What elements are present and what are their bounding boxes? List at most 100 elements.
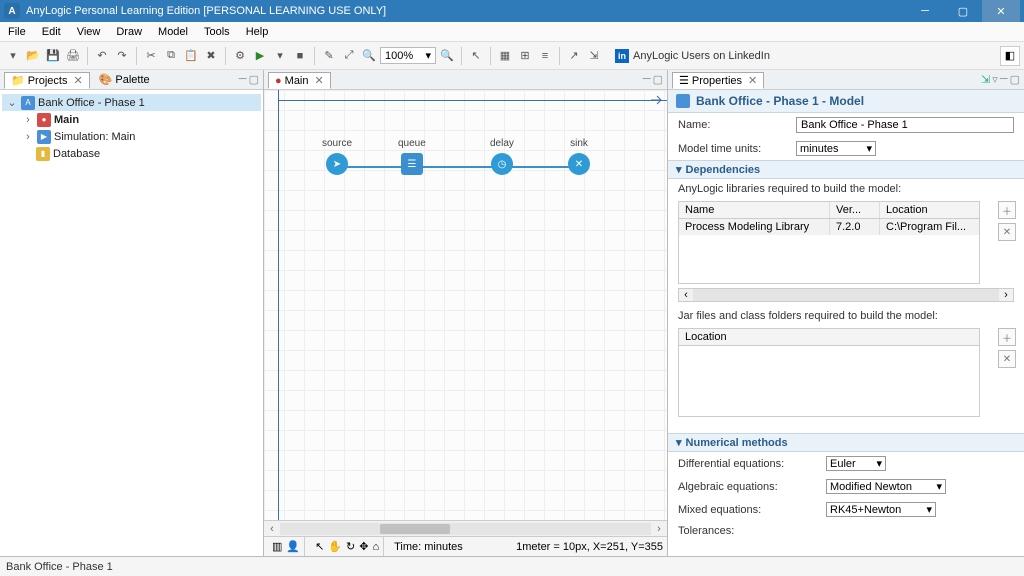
hand-icon[interactable]: ✋ (328, 540, 342, 553)
col-version[interactable]: Ver... (829, 202, 879, 218)
new-icon[interactable]: ▾ (4, 47, 22, 65)
tab-projects[interactable]: 📁 Projects ✕ (4, 72, 90, 89)
link-icon[interactable]: ↗ (565, 47, 583, 65)
run-drop-icon[interactable]: ▾ (271, 47, 289, 65)
remove-button[interactable]: ✕ (998, 223, 1016, 241)
tab-palette[interactable]: 🎨 Palette (92, 71, 157, 88)
redo-icon[interactable]: ↷ (113, 47, 131, 65)
name-field[interactable]: Bank Office - Phase 1 (796, 117, 1014, 133)
collapse-icon[interactable]: ⌄ (6, 96, 18, 109)
tree-simulation[interactable]: › ▶ Simulation: Main (2, 128, 261, 145)
col-name[interactable]: Name (679, 202, 829, 218)
maximize-panel-icon[interactable]: ▢ (653, 73, 663, 86)
maximize-panel-icon[interactable]: ▢ (1010, 73, 1020, 86)
close-icon[interactable]: ✕ (315, 74, 324, 87)
canvas-hscroll[interactable]: ‹ › (264, 520, 667, 536)
wand-icon[interactable]: ✎ (320, 47, 338, 65)
run-icon[interactable]: ▶ (251, 47, 269, 65)
zoom-select[interactable]: 100%▾ (380, 47, 436, 64)
menu-tools[interactable]: Tools (196, 24, 238, 40)
section-dependencies[interactable]: ▾ Dependencies (668, 160, 1024, 179)
copy-icon[interactable]: ⧉ (162, 47, 180, 65)
timeunits-select[interactable]: minutes ▾ (796, 141, 876, 156)
block-sink[interactable]: sink ✕ (568, 138, 590, 175)
delete-icon[interactable]: ✖ (202, 47, 220, 65)
maximize-button[interactable]: ▢ (944, 0, 982, 22)
close-icon[interactable]: ✕ (748, 74, 757, 87)
menu-draw[interactable]: Draw (108, 24, 150, 40)
maximize-panel-icon[interactable]: ▢ (249, 73, 259, 86)
menu-icon[interactable]: ▿ (992, 73, 998, 86)
select-icon[interactable]: ↖ (315, 540, 324, 553)
scroll-left-icon[interactable]: ‹ (264, 523, 280, 535)
stop-icon[interactable]: ■ (291, 47, 309, 65)
scroll-thumb[interactable] (380, 524, 450, 534)
menu-view[interactable]: View (69, 24, 109, 40)
menu-edit[interactable]: Edit (34, 24, 69, 40)
minimize-button[interactable]: ─ (906, 0, 944, 22)
minimize-panel-icon[interactable]: ─ (643, 73, 651, 86)
grid-icon[interactable]: ▦ (496, 47, 514, 65)
pointer-icon[interactable]: ↖ (467, 47, 485, 65)
link2-icon[interactable]: ⇲ (585, 47, 603, 65)
menu-model[interactable]: Model (150, 24, 196, 40)
scroll-right-icon[interactable]: › (999, 289, 1013, 301)
dep-hscroll[interactable]: ‹ › (678, 288, 1014, 302)
block-source[interactable]: source ➤ (322, 138, 352, 175)
open-icon[interactable]: 📂 (24, 47, 42, 65)
layer-icon[interactable]: ▥ (272, 540, 282, 553)
zoom-icon[interactable]: 🔍 (360, 47, 378, 65)
tree-root[interactable]: ⌄ A Bank Office - Phase 1 (2, 94, 261, 111)
tab-properties[interactable]: ☰ Properties ✕ (672, 72, 764, 89)
tree-database[interactable]: ▮ Database (2, 145, 261, 162)
cut-icon[interactable]: ✂ (142, 47, 160, 65)
diff-select[interactable]: Euler▾ (826, 456, 886, 471)
block-delay-label: delay (490, 138, 514, 149)
move-icon[interactable]: ✥ (359, 540, 368, 553)
add-button[interactable]: ＋ (998, 328, 1016, 346)
connector[interactable] (340, 166, 580, 168)
expand-icon[interactable]: › (22, 131, 34, 143)
minimize-panel-icon[interactable]: ─ (1000, 73, 1008, 86)
section-numerical[interactable]: ▾ Numerical methods (668, 433, 1024, 452)
zoom-in-icon[interactable]: 🔍 (438, 47, 456, 65)
scroll-track[interactable] (693, 289, 999, 301)
col-location[interactable]: Location (679, 329, 979, 345)
block-queue[interactable]: queue ☰ (398, 138, 426, 175)
build-icon[interactable]: ⚙ (231, 47, 249, 65)
close-button[interactable]: ✕ (982, 0, 1020, 22)
alg-select[interactable]: Modified Newton▾ (826, 479, 946, 494)
print-icon[interactable]: 🖨 (64, 47, 82, 65)
remove-button[interactable]: ✕ (998, 350, 1016, 368)
save-icon[interactable]: 💾 (44, 47, 62, 65)
menu-file[interactable]: File (0, 24, 34, 40)
block-delay[interactable]: delay ◷ (490, 138, 514, 175)
home-icon[interactable]: ⌂ (372, 541, 379, 553)
tab-main-editor[interactable]: ● Main ✕ (268, 72, 331, 89)
tree-main[interactable]: › ● Main (2, 111, 261, 128)
mix-select[interactable]: RK45+Newton▾ (826, 502, 936, 517)
col-location[interactable]: Location (879, 202, 979, 218)
expand-icon[interactable]: › (22, 114, 34, 126)
scroll-right-icon[interactable]: › (651, 523, 667, 535)
menu-help[interactable]: Help (238, 24, 277, 40)
zoom-fit-icon[interactable]: ⤢ (340, 47, 358, 65)
dep-buttons: ＋ ✕ (998, 201, 1016, 241)
canvas[interactable]: source ➤ queue ☰ delay ◷ sink ✕ (264, 90, 667, 520)
perspective-button[interactable]: ◧ (1000, 46, 1020, 66)
linkedin-link[interactable]: in AnyLogic Users on LinkedIn (615, 49, 770, 63)
minimize-panel-icon[interactable]: ─ (239, 73, 247, 86)
rotate-icon[interactable]: ↻ (346, 540, 355, 553)
close-icon[interactable]: ✕ (73, 74, 82, 87)
scroll-track[interactable] (280, 523, 651, 535)
paste-icon[interactable]: 📋 (182, 47, 200, 65)
add-button[interactable]: ＋ (998, 201, 1016, 219)
align-icon[interactable]: ≡ (536, 47, 554, 65)
scroll-left-icon[interactable]: ‹ (679, 289, 693, 301)
tree-root-label: Bank Office - Phase 1 (38, 97, 145, 109)
link-icon[interactable]: ⇲ (981, 73, 990, 86)
person-icon[interactable]: 👤 (286, 540, 300, 553)
table-row[interactable]: Process Modeling Library 7.2.0 C:\Progra… (679, 219, 979, 235)
undo-icon[interactable]: ↶ (93, 47, 111, 65)
snap-icon[interactable]: ⊞ (516, 47, 534, 65)
